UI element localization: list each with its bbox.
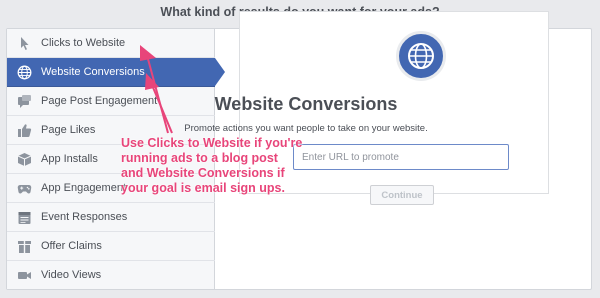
sidebar-item-event-responses[interactable]: Event Responses xyxy=(7,203,215,232)
active-item-pointer xyxy=(215,58,225,86)
annotation-line: running ads to a blog post xyxy=(121,151,278,165)
sidebar-item-label: Offer Claims xyxy=(41,240,102,252)
sidebar-item-offer-claims[interactable]: Offer Claims xyxy=(7,232,215,261)
sidebar-item-website-conversions[interactable]: Website Conversions xyxy=(7,58,225,87)
objective-description: Promote actions you want people to take … xyxy=(184,123,428,134)
sidebar-item-label: App Engagement xyxy=(41,182,127,194)
objective-title: Website Conversions xyxy=(214,94,398,114)
video-camera-icon xyxy=(17,268,32,283)
annotation-line: Use Clicks to Website if you're xyxy=(121,136,303,150)
globe-icon xyxy=(17,65,32,80)
sidebar-item-label: Clicks to Website xyxy=(41,37,126,49)
cursor-icon xyxy=(17,36,32,51)
annotation-line: your goal is email sign ups. xyxy=(121,181,285,195)
offer-icon xyxy=(17,239,32,254)
box-icon xyxy=(17,152,32,167)
calendar-icon xyxy=(17,210,32,225)
annotation-note: Use Clicks to Website if you're running … xyxy=(121,136,321,196)
sidebar-item-label: App Installs xyxy=(41,153,98,165)
continue-button[interactable]: Continue xyxy=(370,185,434,205)
sidebar-item-video-views[interactable]: Video Views xyxy=(7,261,215,290)
sidebar-item-clicks-to-website[interactable]: Clicks to Website xyxy=(7,29,215,58)
annotation-line: and Website Conversions if xyxy=(121,166,285,180)
gamepad-icon xyxy=(17,181,32,196)
url-input[interactable] xyxy=(293,144,509,170)
website-conversions-badge xyxy=(396,31,446,81)
sidebar-item-label: Event Responses xyxy=(41,211,128,223)
sidebar-item-label: Website Conversions xyxy=(41,66,145,78)
globe-icon xyxy=(408,43,434,69)
sidebar-item-label: Video Views xyxy=(41,269,102,281)
